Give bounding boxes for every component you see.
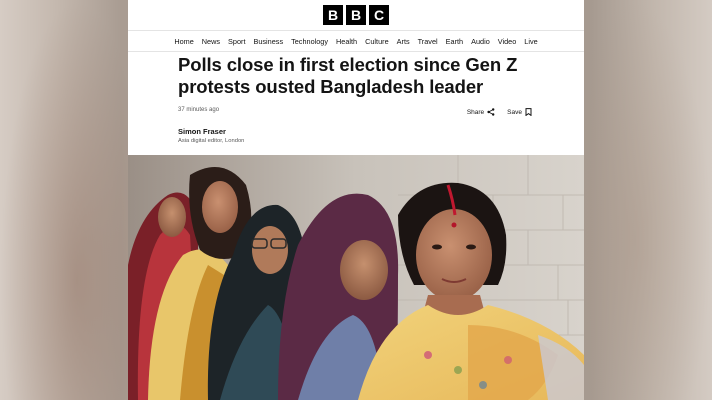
share-button[interactable]: Share: [467, 108, 495, 116]
nav-item-live[interactable]: Live: [520, 37, 541, 46]
article-header: Polls close in first election since Gen …: [178, 54, 538, 144]
logo-letter: B: [346, 5, 366, 25]
author-role: Asia digital editor, London: [178, 138, 245, 144]
nav-item-technology[interactable]: Technology: [287, 37, 332, 46]
main-nav: Home News Sport Business Technology Heal…: [128, 30, 584, 52]
article-meta: 37 minutes ago Share Save: [178, 107, 538, 119]
article-headline: Polls close in first election since Gen …: [178, 54, 518, 97]
nav-item-earth[interactable]: Earth: [442, 37, 467, 46]
nav-item-news[interactable]: News: [198, 37, 224, 46]
nav-item-video[interactable]: Video: [494, 37, 521, 46]
nav-item-health[interactable]: Health: [332, 37, 361, 46]
bbc-logo[interactable]: B B C: [128, 0, 584, 30]
bookmark-icon: [525, 108, 532, 116]
save-button[interactable]: Save: [507, 108, 532, 116]
timestamp: 37 minutes ago: [178, 107, 220, 113]
nav-item-business[interactable]: Business: [249, 37, 287, 46]
nav-item-travel[interactable]: Travel: [414, 37, 442, 46]
nav-item-culture[interactable]: Culture: [361, 37, 393, 46]
share-icon: [487, 108, 495, 116]
article-hero-image: [128, 155, 584, 400]
byline: Simon Fraser Asia digital editor, London: [178, 127, 538, 144]
logo-letter: B: [323, 5, 343, 25]
save-label: Save: [507, 108, 522, 116]
nav-item-sport[interactable]: Sport: [224, 37, 249, 46]
nav-item-home[interactable]: Home: [170, 37, 197, 46]
author-name[interactable]: Simon Fraser: [178, 127, 538, 136]
article-page: B B C Home News Sport Business Technolog…: [128, 0, 584, 400]
logo-letter: C: [369, 5, 389, 25]
nav-item-arts[interactable]: Arts: [393, 37, 414, 46]
nav-item-audio[interactable]: Audio: [467, 37, 494, 46]
article-actions: Share Save: [467, 108, 532, 116]
share-label: Share: [466, 108, 485, 116]
